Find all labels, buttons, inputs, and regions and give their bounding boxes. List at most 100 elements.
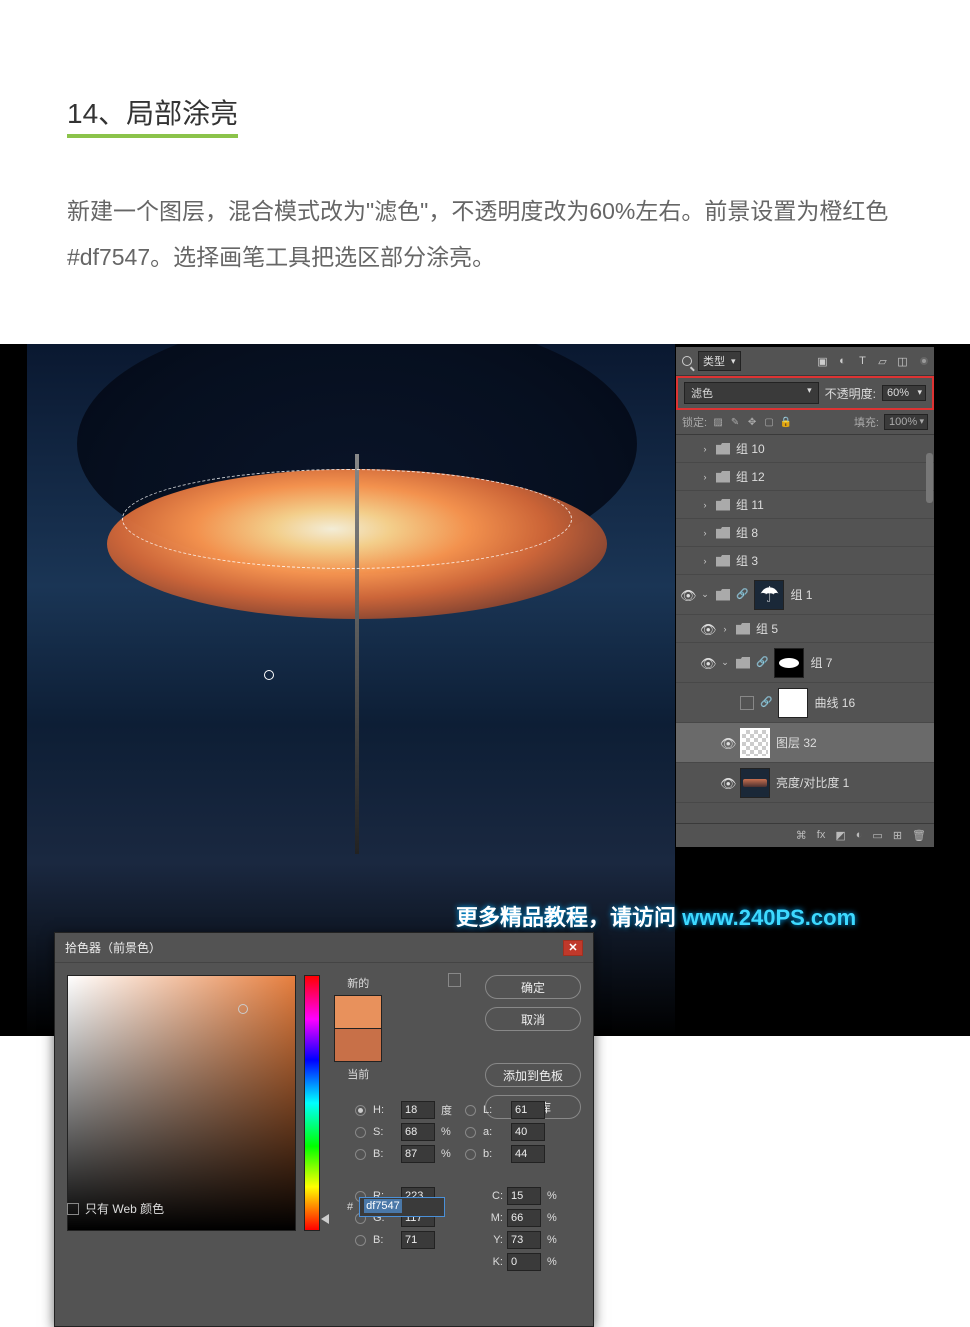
layer-item-selected[interactable]: 👁图层 32 (676, 723, 934, 763)
hue-slider-thumb[interactable] (321, 1214, 329, 1224)
visibility-toggle[interactable]: 👁 (700, 656, 714, 670)
disclosure-triangle[interactable]: › (700, 444, 710, 454)
b2-radio[interactable] (465, 1149, 476, 1160)
layer-thumbnail[interactable] (740, 768, 770, 798)
visibility-toggle[interactable] (680, 470, 694, 484)
filter-type-select[interactable]: 类型 (698, 351, 741, 371)
blend-mode-select[interactable]: 滤色 (684, 382, 819, 404)
link-icon: 🔗 (760, 697, 772, 708)
mask-thumbnail[interactable] (778, 688, 808, 718)
filter-text-icon[interactable]: T (856, 355, 869, 368)
layer-item[interactable]: ›组 11 (676, 491, 934, 519)
search-icon (682, 356, 692, 366)
dialog-titlebar[interactable]: 拾色器（前景色） ✕ (55, 933, 593, 963)
photoshop-screenshot: 拾色器（前景色） ✕ 新的 当前 确定 取消 添加到色板 颜色库 (0, 344, 970, 1036)
opacity-input[interactable]: 60% (882, 385, 926, 401)
layer-item[interactable]: ›组 12 (676, 463, 934, 491)
bb-radio[interactable] (355, 1235, 366, 1246)
cube-icon[interactable] (448, 973, 461, 987)
bb-input[interactable]: 71 (401, 1231, 435, 1249)
color-picker-dialog: 拾色器（前景色） ✕ 新的 当前 确定 取消 添加到色板 颜色库 (54, 932, 594, 1327)
lock-artboard-icon[interactable]: ▢ (763, 416, 775, 428)
hue-slider[interactable] (304, 975, 320, 1231)
hex-input[interactable]: df7547 (359, 1197, 445, 1217)
layer-item[interactable]: 👁亮度/对比度 1 (676, 763, 934, 803)
b2-input[interactable]: 44 (511, 1145, 545, 1163)
fx-icon[interactable]: fx (817, 829, 826, 842)
delete-layer-icon[interactable]: 🗑 (912, 829, 926, 842)
layer-item[interactable]: ›组 3 (676, 547, 934, 575)
visibility-toggle[interactable] (680, 526, 694, 540)
b-input[interactable]: 87 (401, 1145, 435, 1163)
a-input[interactable]: 40 (511, 1123, 545, 1141)
visibility-toggle[interactable] (680, 442, 694, 456)
m-input[interactable]: 66 (507, 1209, 541, 1227)
k-input[interactable]: 0 (507, 1253, 541, 1271)
new-group-icon[interactable]: ▭ (872, 829, 882, 842)
mask-thumbnail[interactable] (774, 648, 804, 678)
link-icon: 🔗 (756, 657, 768, 668)
filter-pixel-icon[interactable]: ▣ (816, 355, 829, 368)
visibility-toggle[interactable]: 👁 (700, 622, 714, 636)
visibility-toggle[interactable] (680, 554, 694, 568)
new-layer-icon[interactable]: ⊞ (893, 829, 902, 842)
b-radio[interactable] (355, 1149, 366, 1160)
folder-icon (736, 623, 750, 635)
lock-position-icon[interactable]: ✥ (746, 416, 758, 428)
current-color-swatch[interactable] (334, 1028, 382, 1062)
layer-item[interactable]: ›组 8 (676, 519, 934, 547)
filter-toggle[interactable] (920, 357, 928, 365)
mask-thumbnail[interactable]: ☂ (754, 580, 784, 610)
blend-opacity-row: 滤色 不透明度: 60% (676, 376, 934, 410)
new-color-label: 新的 (347, 975, 369, 991)
mask-icon[interactable]: ◩ (835, 829, 845, 842)
layer-item[interactable]: 👁›组 5 (676, 615, 934, 643)
web-only-label: 只有 Web 颜色 (85, 1200, 164, 1217)
scrollbar[interactable] (926, 453, 933, 503)
visibility-toggle[interactable]: 👁 (680, 588, 694, 602)
adjustment-icon (740, 696, 754, 710)
lock-all-icon[interactable]: 🔒 (780, 416, 792, 428)
l-radio[interactable] (465, 1105, 476, 1116)
saturation-brightness-field[interactable] (67, 975, 296, 1231)
tutorial-step-heading: 14、局部涂亮 (67, 92, 238, 138)
layer-item[interactable]: 👁⌄🔗☂组 1 (676, 575, 934, 615)
lock-fill-row: 锁定: ▨ ✎ ✥ ▢ 🔒 填充: 100% (676, 410, 934, 435)
watermark: 更多精品教程，请访问 www.240PS.com (456, 900, 856, 932)
s-input[interactable]: 68 (401, 1123, 435, 1141)
l-input[interactable]: 61 (511, 1101, 545, 1119)
h-radio[interactable] (355, 1105, 366, 1116)
folder-icon (716, 555, 730, 567)
layer-item[interactable]: 🔗曲线 16 (676, 683, 934, 723)
color-cursor[interactable] (238, 1004, 248, 1014)
visibility-toggle[interactable]: 👁 (720, 736, 734, 750)
y-input[interactable]: 73 (507, 1231, 541, 1249)
s-radio[interactable] (355, 1127, 366, 1138)
layer-item[interactable]: ›组 10 (676, 435, 934, 463)
ok-button[interactable]: 确定 (485, 975, 581, 999)
layer-item[interactable]: 👁⌄🔗组 7 (676, 643, 934, 683)
link-layers-icon[interactable]: ⌘ (796, 829, 807, 842)
h-input[interactable]: 18 (401, 1101, 435, 1119)
lock-transparent-icon[interactable]: ▨ (712, 416, 724, 428)
add-swatch-button[interactable]: 添加到色板 (485, 1063, 581, 1087)
lock-pixels-icon[interactable]: ✎ (729, 416, 741, 428)
filter-shape-icon[interactable]: ▱ (876, 355, 889, 368)
adjustment-layer-icon[interactable]: ◐ (856, 829, 863, 842)
close-button[interactable]: ✕ (563, 940, 583, 956)
fill-input[interactable]: 100% (884, 414, 928, 430)
c-input[interactable]: 15 (507, 1187, 541, 1205)
folder-icon (716, 443, 730, 455)
visibility-toggle[interactable]: 👁 (720, 776, 734, 790)
layer-list[interactable]: ›组 10 ›组 12 ›组 11 ›组 8 ›组 3 👁⌄🔗☂组 1 👁›组 … (676, 435, 934, 803)
web-only-checkbox[interactable] (67, 1203, 79, 1215)
filter-adjust-icon[interactable]: ◐ (836, 355, 849, 368)
visibility-toggle[interactable] (680, 498, 694, 512)
visibility-toggle[interactable] (720, 696, 734, 710)
a-radio[interactable] (465, 1127, 476, 1138)
color-sample-indicator (264, 670, 274, 680)
filter-smart-icon[interactable]: ◫ (896, 355, 909, 368)
layer-thumbnail[interactable] (740, 728, 770, 758)
dialog-title: 拾色器（前景色） (65, 939, 161, 956)
cancel-button[interactable]: 取消 (485, 1007, 581, 1031)
